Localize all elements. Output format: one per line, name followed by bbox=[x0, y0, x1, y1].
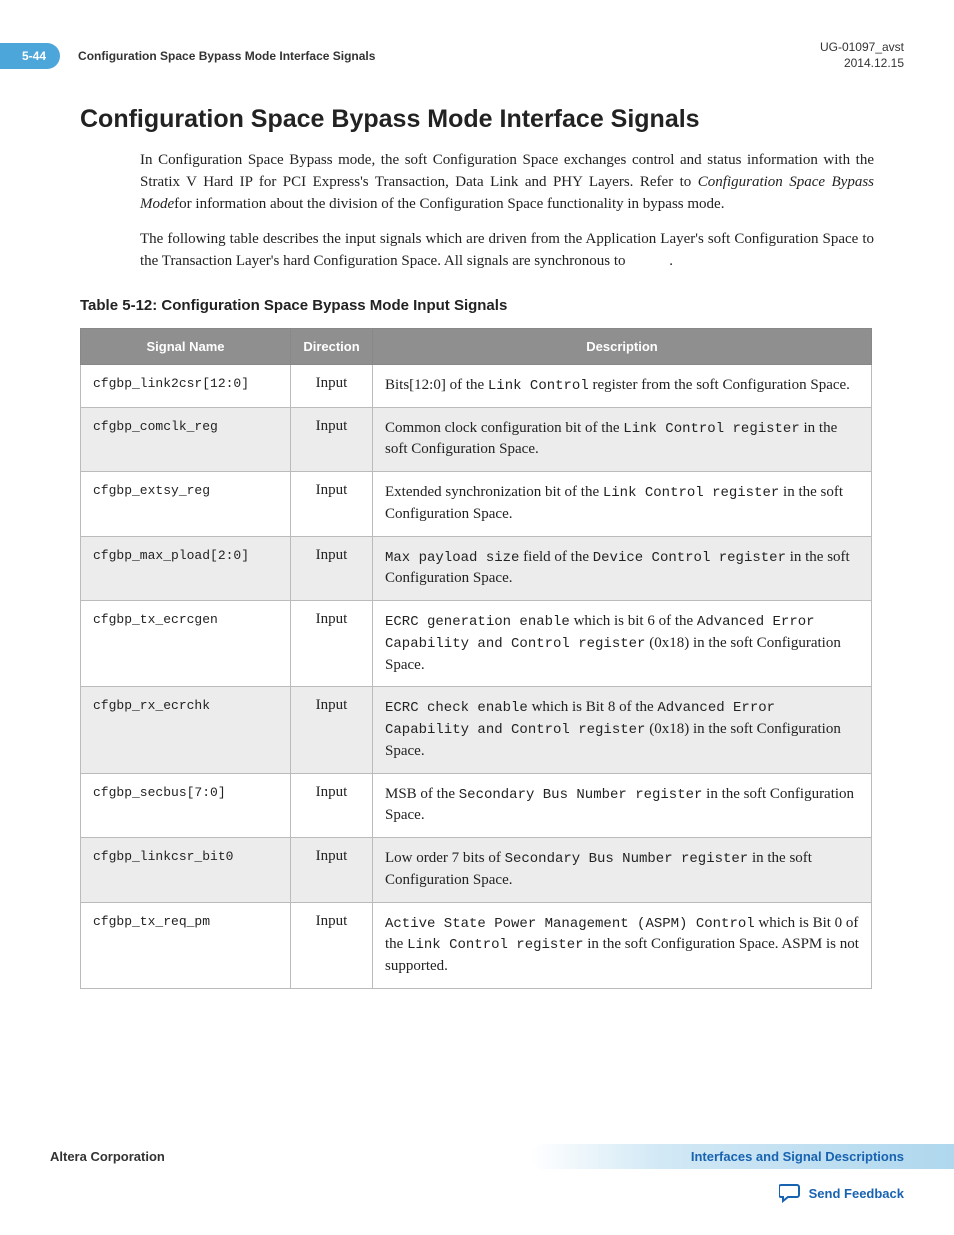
send-feedback-link[interactable]: Send Feedback bbox=[809, 1186, 904, 1201]
signal-desc-cell: Extended synchronization bit of the Link… bbox=[373, 472, 872, 537]
signal-dir-cell: Input bbox=[291, 472, 373, 537]
signal-dir-cell: Input bbox=[291, 601, 373, 687]
feedback-icon[interactable] bbox=[779, 1183, 801, 1203]
signal-dir-cell: Input bbox=[291, 902, 373, 988]
signal-name-cell: cfgbp_tx_req_pm bbox=[81, 902, 291, 988]
doc-id: UG-01097_avst bbox=[820, 40, 904, 56]
table-caption: Table 5-12: Configuration Space Bypass M… bbox=[80, 297, 904, 314]
table-row: cfgbp_rx_ecrchk Input ECRC check enable … bbox=[81, 687, 872, 773]
table-row: cfgbp_comclk_reg Input Common clock conf… bbox=[81, 407, 872, 472]
table-row: cfgbp_link2csr[12:0] Input Bits[12:0] of… bbox=[81, 364, 872, 407]
header-left: 5-44 Configuration Space Bypass Mode Int… bbox=[50, 43, 375, 69]
signal-desc-cell: Active State Power Management (ASPM) Con… bbox=[373, 902, 872, 988]
table-row: cfgbp_extsy_reg Input Extended synchroni… bbox=[81, 472, 872, 537]
page-header: 5-44 Configuration Space Bypass Mode Int… bbox=[50, 40, 904, 71]
signal-dir-cell: Input bbox=[291, 687, 373, 773]
signal-name-cell: cfgbp_secbus[7:0] bbox=[81, 773, 291, 838]
header-right: UG-01097_avst 2014.12.15 bbox=[820, 40, 904, 71]
signal-desc-cell: ECRC generation enable which is bit 6 of… bbox=[373, 601, 872, 687]
signal-name-cell: cfgbp_tx_ecrcgen bbox=[81, 601, 291, 687]
footer-doc-link[interactable]: Interfaces and Signal Descriptions bbox=[531, 1144, 954, 1169]
signals-table: Signal Name Direction Description cfgbp_… bbox=[80, 328, 872, 989]
th-direction: Direction bbox=[291, 328, 373, 364]
signal-name-cell: cfgbp_comclk_reg bbox=[81, 407, 291, 472]
signal-name-cell: cfgbp_link2csr[12:0] bbox=[81, 364, 291, 407]
signal-dir-cell: Input bbox=[291, 407, 373, 472]
th-description: Description bbox=[373, 328, 872, 364]
table-row: cfgbp_secbus[7:0] Input MSB of the Secon… bbox=[81, 773, 872, 838]
footer-company: Altera Corporation bbox=[50, 1149, 165, 1164]
signal-name-cell: cfgbp_linkcsr_bit0 bbox=[81, 838, 291, 903]
table-row: cfgbp_tx_req_pm Input Active State Power… bbox=[81, 902, 872, 988]
signal-desc-cell: Max payload size field of the Device Con… bbox=[373, 536, 872, 601]
signal-dir-cell: Input bbox=[291, 773, 373, 838]
signal-desc-cell: Bits[12:0] of the Link Control register … bbox=[373, 364, 872, 407]
th-signal-name: Signal Name bbox=[81, 328, 291, 364]
table-header-row: Signal Name Direction Description bbox=[81, 328, 872, 364]
para2-text-a: The following table describes the input … bbox=[140, 231, 874, 269]
footer-row-2: Send Feedback bbox=[50, 1183, 904, 1203]
footer-row-1: Altera Corporation Interfaces and Signal… bbox=[50, 1144, 904, 1169]
signal-dir-cell: Input bbox=[291, 536, 373, 601]
page-footer: Altera Corporation Interfaces and Signal… bbox=[50, 1144, 904, 1203]
intro-paragraph-1: In Configuration Space Bypass mode, the … bbox=[140, 150, 874, 215]
signal-dir-cell: Input bbox=[291, 838, 373, 903]
page: 5-44 Configuration Space Bypass Mode Int… bbox=[0, 0, 954, 1235]
para2-text-b: . bbox=[669, 253, 673, 269]
running-title: Configuration Space Bypass Mode Interfac… bbox=[78, 49, 375, 63]
table-row: cfgbp_max_pload[2:0] Input Max payload s… bbox=[81, 536, 872, 601]
signal-name-cell: cfgbp_extsy_reg bbox=[81, 472, 291, 537]
signal-dir-cell: Input bbox=[291, 364, 373, 407]
table-row: cfgbp_linkcsr_bit0 Input Low order 7 bit… bbox=[81, 838, 872, 903]
section-title: Configuration Space Bypass Mode Interfac… bbox=[80, 105, 904, 134]
signal-desc-cell: Common clock configuration bit of the Li… bbox=[373, 407, 872, 472]
doc-date: 2014.12.15 bbox=[820, 56, 904, 72]
para1-text-b: for information about the division of th… bbox=[174, 196, 724, 212]
table-row: cfgbp_tx_ecrcgen Input ECRC generation e… bbox=[81, 601, 872, 687]
signal-desc-cell: MSB of the Secondary Bus Number register… bbox=[373, 773, 872, 838]
signal-desc-cell: Low order 7 bits of Secondary Bus Number… bbox=[373, 838, 872, 903]
intro-paragraph-2: The following table describes the input … bbox=[140, 229, 874, 273]
signal-desc-cell: ECRC check enable which is Bit 8 of the … bbox=[373, 687, 872, 773]
signal-name-cell: cfgbp_rx_ecrchk bbox=[81, 687, 291, 773]
signal-name-cell: cfgbp_max_pload[2:0] bbox=[81, 536, 291, 601]
page-number-badge: 5-44 bbox=[0, 43, 60, 69]
